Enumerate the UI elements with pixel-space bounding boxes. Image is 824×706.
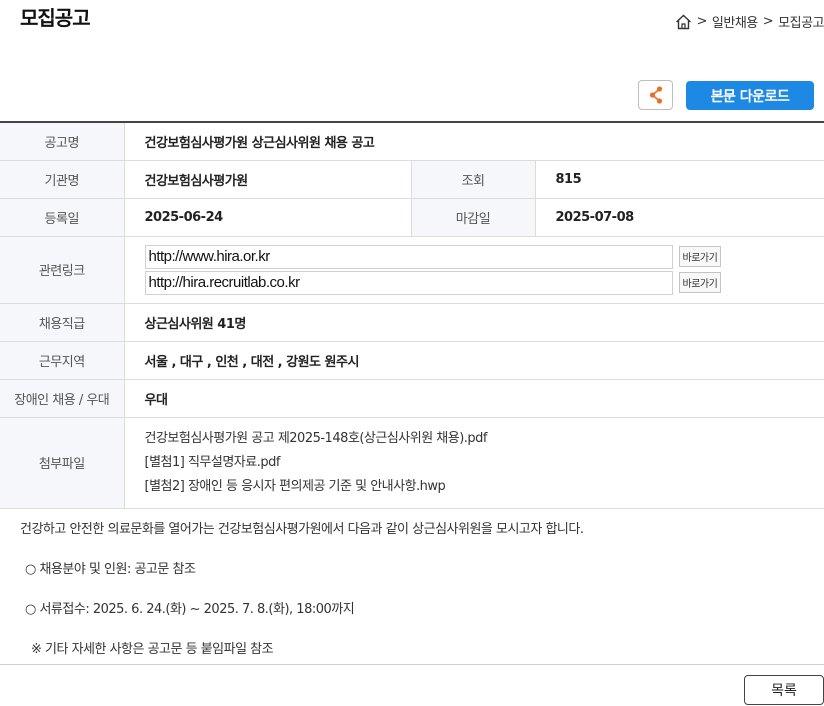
- file-link[interactable]: 건강보험심사평가원 공고 제2025-148호(상근심사위원 채용).pdf: [145, 427, 824, 451]
- info-table: 공고명 건강보험심사평가원 상근심사위원 채용 공고 기관명 건강보험심사평가원…: [0, 121, 824, 509]
- deadline-value: 2025-07-08: [534, 198, 824, 237]
- home-icon[interactable]: [675, 14, 692, 30]
- title-label: 공고명: [0, 122, 124, 161]
- breadcrumb-separator: >: [762, 14, 774, 29]
- share-button[interactable]: [638, 80, 673, 110]
- download-button[interactable]: 본문 다운로드: [686, 81, 814, 110]
- body-line: ○ 채용분야 및 인원: 공고문 참조: [25, 562, 196, 577]
- links-cell: http://www.hira.or.kr 바로가기 http://hira.r…: [123, 236, 824, 304]
- divider: [0, 664, 824, 665]
- breadcrumb: > 일반채용 > 모집공고: [675, 12, 824, 31]
- intro-text: 건강하고 안전한 의료문화를 열어가는 건강보험심사평가원에서 다음과 같이 상…: [20, 522, 584, 537]
- position-value: 상근심사위원 41명: [123, 303, 824, 342]
- deadline-label: 마감일: [410, 198, 535, 237]
- share-icon: [649, 86, 662, 104]
- files-label: 첨부파일: [0, 417, 124, 509]
- table-row: 등록일 2025-06-24 마감일 2025-07-08: [0, 198, 824, 237]
- views-value: 815: [534, 160, 824, 199]
- region-value: 서울 , 대구 , 인천 , 대전 , 강원도 원주시: [123, 341, 824, 380]
- disabled-label: 장애인 채용 / 우대: [0, 379, 124, 418]
- org-value: 건강보험심사평가원: [123, 160, 411, 199]
- link-row: http://hira.recruitlab.co.kr 바로가기: [144, 270, 824, 295]
- position-label: 채용직급: [0, 303, 124, 342]
- table-row: 첨부파일 건강보험심사평가원 공고 제2025-148호(상근심사위원 채용).…: [0, 417, 824, 509]
- org-label: 기관명: [0, 160, 124, 199]
- links-label: 관련링크: [0, 236, 124, 304]
- link-url[interactable]: http://hira.recruitlab.co.kr: [144, 270, 673, 295]
- table-row: 채용직급 상근심사위원 41명: [0, 303, 824, 342]
- go-button[interactable]: 바로가기: [678, 272, 722, 293]
- reg-label: 등록일: [0, 198, 124, 237]
- views-label: 조회: [410, 160, 535, 199]
- page-title: 모집공고: [20, 6, 91, 30]
- reg-value: 2025-06-24: [123, 198, 411, 237]
- file-link[interactable]: [별첨2] 장애인 등 응시자 편의제공 기준 및 안내사항.hwp: [145, 475, 824, 499]
- disabled-value: 우대: [123, 379, 824, 418]
- breadcrumb-item-current[interactable]: 모집공고: [778, 12, 824, 31]
- link-row: http://www.hira.or.kr 바로가기: [144, 244, 824, 269]
- breadcrumb-separator: >: [696, 14, 708, 29]
- table-row: 장애인 채용 / 우대 우대: [0, 379, 824, 418]
- body-line: ○ 서류접수: 2025. 6. 24.(화) ~ 2025. 7. 8.(화)…: [25, 602, 355, 617]
- title-value: 건강보험심사평가원 상근심사위원 채용 공고: [123, 122, 824, 161]
- go-button[interactable]: 바로가기: [678, 246, 722, 267]
- table-row: 관련링크 http://www.hira.or.kr 바로가기 http://h…: [0, 236, 824, 304]
- table-row: 기관명 건강보험심사평가원 조회 815: [0, 160, 824, 199]
- list-button[interactable]: 목록: [744, 675, 824, 705]
- table-row: 근무지역 서울 , 대구 , 인천 , 대전 , 강원도 원주시: [0, 341, 824, 380]
- file-link[interactable]: [별첨1] 직무설명자료.pdf: [145, 451, 824, 475]
- link-url[interactable]: http://www.hira.or.kr: [144, 244, 673, 269]
- body-line: ※ 기타 자세한 사항은 공고문 등 붙임파일 참조: [31, 642, 274, 657]
- files-cell: 건강보험심사평가원 공고 제2025-148호(상근심사위원 채용).pdf […: [123, 417, 824, 509]
- breadcrumb-item-general[interactable]: 일반채용: [712, 12, 758, 31]
- table-row: 공고명 건강보험심사평가원 상근심사위원 채용 공고: [0, 122, 824, 161]
- region-label: 근무지역: [0, 341, 124, 380]
